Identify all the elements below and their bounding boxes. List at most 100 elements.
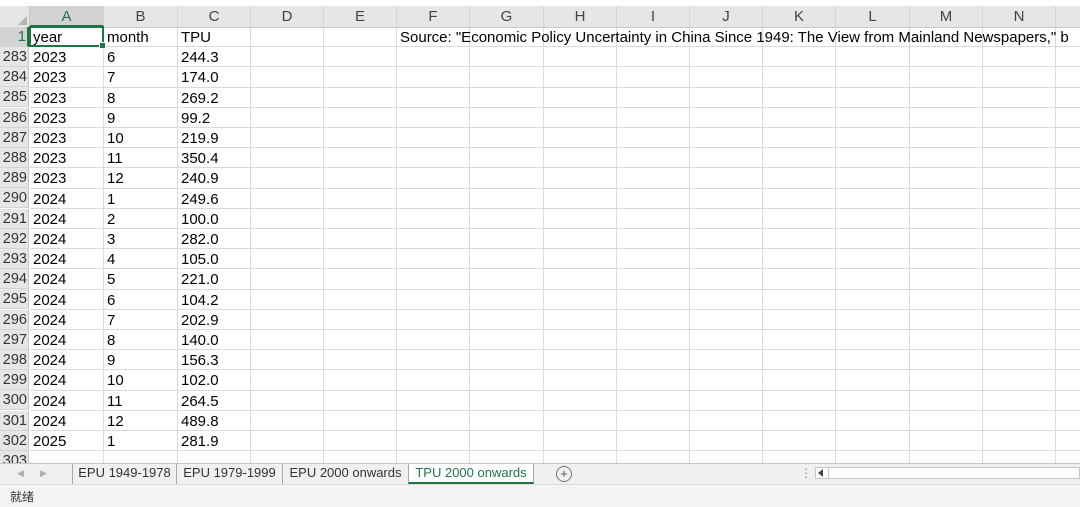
cell-year[interactable]: 2023 [30,67,66,87]
source-note-cell[interactable]: Source: "Economic Policy Uncertainty in … [397,27,1069,47]
add-sheet-button[interactable]: + [556,466,572,482]
row-header-287[interactable]: 287 [0,128,29,148]
row-header-299[interactable]: 299 [0,370,29,390]
cell-year[interactable]: 2024 [30,350,66,370]
cell-month[interactable]: 8 [104,330,115,350]
header-cell-tpu[interactable]: TPU [178,27,211,47]
cell-month[interactable]: 10 [104,370,124,390]
cell-tpu[interactable]: 249.6 [178,189,219,209]
cell-tpu[interactable]: 244.3 [178,47,219,67]
row-header-293[interactable]: 293 [0,249,29,269]
tab-scroll-right-icon[interactable]: ▶ [40,468,47,479]
row-header-partial[interactable]: 303 [0,451,29,463]
cell-year[interactable]: 2023 [30,108,66,128]
sheet-tab[interactable]: TPU 2000 onwards [408,464,534,484]
cell-year[interactable]: 2024 [30,269,66,289]
cell-tpu[interactable]: 269.2 [178,88,219,108]
cell-year[interactable]: 2024 [30,209,66,229]
cell-month[interactable]: 3 [104,229,115,249]
cell-year[interactable]: 2024 [30,330,66,350]
column-header-c[interactable]: C [178,6,251,27]
cell-tpu[interactable]: 281.9 [178,431,219,451]
sheet-tab[interactable]: EPU 1979-1999 [176,464,282,484]
spreadsheet-sheet[interactable]: ABCDEFGHIJKLMN 1 283 284 285 286 287 288 289 29… [0,0,1080,463]
cell-month[interactable]: 1 [104,431,115,451]
cell-tpu[interactable]: 489.8 [178,411,219,431]
cell-year[interactable]: 2024 [30,189,66,209]
cell-month[interactable]: 11 [104,148,123,168]
cell-month[interactable]: 9 [104,108,115,128]
cell-tpu[interactable]: 156.3 [178,350,219,370]
cell-year[interactable]: 2024 [30,391,66,411]
cell-tpu[interactable]: 140.0 [178,330,219,350]
cell-tpu[interactable]: 174.0 [178,67,219,87]
sheet-tab[interactable]: EPU 1949-1978 [72,464,176,484]
column-header-e[interactable]: E [324,6,397,27]
tab-splitter-handle-icon[interactable]: ⋮ [800,466,812,480]
cell-year[interactable]: 2024 [30,249,66,269]
cell-tpu[interactable]: 219.9 [178,128,219,148]
cell-tpu[interactable]: 221.0 [178,269,219,289]
column-header-b[interactable]: B [104,6,178,27]
cell-month[interactable]: 6 [104,47,115,67]
cell-month[interactable]: 7 [104,310,115,330]
row-header-294[interactable]: 294 [0,269,29,289]
column-header-i[interactable]: I [617,6,690,27]
cell-month[interactable]: 6 [104,290,115,310]
cell-year[interactable]: 2023 [30,168,66,188]
row-header-284[interactable]: 284 [0,67,29,87]
column-header-l[interactable]: L [836,6,910,27]
cell-month[interactable]: 11 [104,391,123,411]
cell-tpu[interactable]: 102.0 [178,370,219,390]
row-header-297[interactable]: 297 [0,330,29,350]
column-header-g[interactable]: G [470,6,544,27]
row-header-283[interactable]: 283 [0,47,29,67]
column-header-h[interactable]: H [544,6,617,27]
row-header-288[interactable]: 288 [0,148,29,168]
column-header-m[interactable]: M [910,6,983,27]
horizontal-scrollbar[interactable] [815,467,1080,479]
cell-year[interactable]: 2024 [30,229,66,249]
row-header-301[interactable]: 301 [0,411,29,431]
cell-month[interactable]: 8 [104,88,115,108]
cell-year[interactable]: 2023 [30,128,66,148]
header-cell-month[interactable]: month [104,27,149,47]
cell-year[interactable]: 2023 [30,47,66,67]
cell-tpu[interactable]: 100.0 [178,209,219,229]
cell-month[interactable]: 12 [104,168,124,188]
row-header-290[interactable]: 290 [0,188,29,208]
cell-tpu[interactable]: 264.5 [178,391,219,411]
row-header-285[interactable]: 285 [0,87,29,107]
cell-tpu[interactable]: 282.0 [178,229,219,249]
cell-tpu[interactable]: 240.9 [178,168,219,188]
cell-year[interactable]: 2025 [30,431,66,451]
row-header-298[interactable]: 298 [0,350,29,370]
column-header-j[interactable]: J [690,6,763,27]
row-header-300[interactable]: 300 [0,390,29,410]
column-header-a[interactable]: A [30,6,104,27]
cell-tpu[interactable]: 99.2 [178,108,210,128]
row-header-302[interactable]: 302 [0,431,29,451]
cell-month[interactable]: 5 [104,269,115,289]
row-header-292[interactable]: 292 [0,229,29,249]
row-header-295[interactable]: 295 [0,289,29,309]
cell-month[interactable]: 9 [104,350,115,370]
column-header-k[interactable]: K [763,6,836,27]
cell-tpu[interactable]: 202.9 [178,310,219,330]
cell-year[interactable]: 2024 [30,411,66,431]
cell-month[interactable]: 1 [104,189,115,209]
cell-tpu[interactable]: 104.2 [178,290,219,310]
sheet-tab[interactable]: EPU 2000 onwards [282,464,408,484]
column-header-n[interactable]: N [983,6,1056,27]
cell-month[interactable]: 4 [104,249,115,269]
cell-tpu[interactable]: 350.4 [178,148,219,168]
cell-month[interactable]: 7 [104,67,115,87]
row-header-286[interactable]: 286 [0,108,29,128]
column-header-d[interactable]: D [251,6,324,27]
cell-year[interactable]: 2024 [30,310,66,330]
cell-year[interactable]: 2023 [30,88,66,108]
column-header-f[interactable]: F [397,6,470,27]
scroll-left-arrow-icon[interactable] [818,469,823,477]
cell-month[interactable]: 10 [104,128,124,148]
cell-month[interactable]: 12 [104,411,124,431]
